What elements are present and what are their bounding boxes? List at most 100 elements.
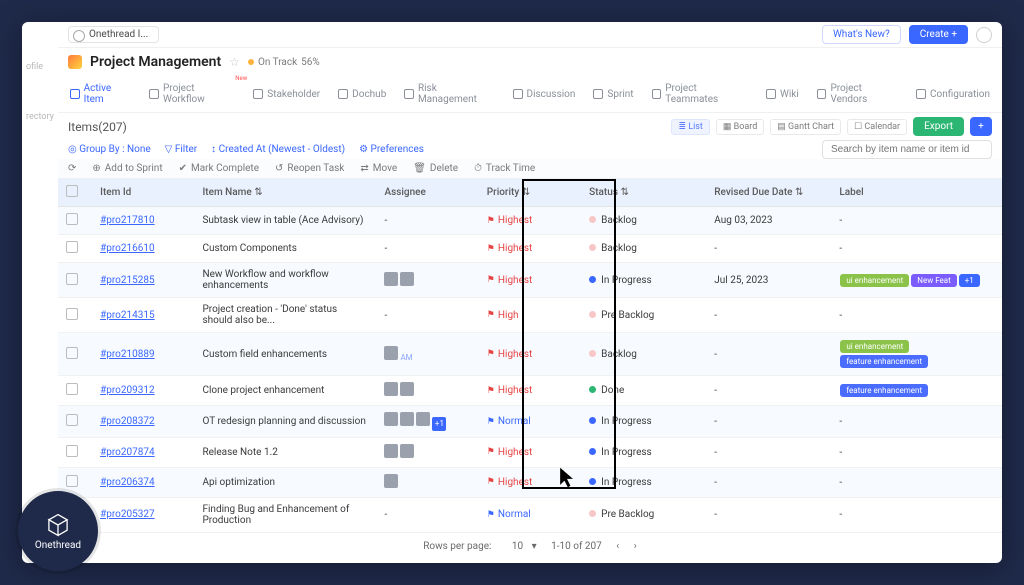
- table-row[interactable]: #pro210889Custom field enhancementsAM⚑Hi…: [58, 333, 1002, 376]
- table-row[interactable]: #pro208372OT redesign planning and discu…: [58, 406, 1002, 438]
- add-to-sprint[interactable]: ⊕ Add to Sprint: [92, 163, 162, 174]
- filter-button[interactable]: ▽ Filter: [165, 144, 198, 155]
- item-id-link[interactable]: #pro217810: [100, 215, 155, 226]
- table-row[interactable]: #pro209312Clone project enhancement⚑High…: [58, 376, 1002, 406]
- item-id-link[interactable]: #pro214315: [100, 310, 155, 321]
- assignee-cell[interactable]: -: [376, 235, 478, 263]
- item-id-link[interactable]: #pro209312: [100, 385, 155, 396]
- col-status[interactable]: Status ⇅: [581, 179, 706, 207]
- priority-cell[interactable]: ⚑Highest: [479, 207, 581, 235]
- next-page[interactable]: ›: [634, 541, 637, 552]
- assignee-cell[interactable]: -: [376, 298, 478, 333]
- assignee-cell[interactable]: -: [376, 207, 478, 235]
- assignee-cell[interactable]: -: [376, 497, 478, 532]
- row-checkbox[interactable]: [66, 308, 78, 320]
- table-row[interactable]: #pro217810Subtask view in table (Ace Adv…: [58, 207, 1002, 235]
- view-board[interactable]: ▦ Board: [716, 119, 764, 135]
- item-id-link[interactable]: #pro216610: [100, 243, 155, 254]
- row-checkbox[interactable]: [66, 475, 78, 487]
- search-input[interactable]: [822, 140, 992, 159]
- col-due[interactable]: Revised Due Date ⇅: [706, 179, 831, 207]
- label-chip[interactable]: feature enhancement: [840, 355, 928, 368]
- status-cell[interactable]: Backlog: [581, 207, 706, 235]
- row-checkbox[interactable]: [66, 213, 78, 225]
- preferences-button[interactable]: ⚙ Preferences: [359, 144, 424, 155]
- move-task[interactable]: ⇄ Move: [360, 163, 397, 174]
- tab-teammates[interactable]: Project Teammates: [650, 79, 750, 109]
- workspace-picker[interactable]: Onethread I...: [68, 26, 159, 43]
- status-cell[interactable]: In Progress: [581, 437, 706, 467]
- label-chip[interactable]: ui enhancement: [840, 274, 909, 287]
- priority-cell[interactable]: ⚑Highest: [479, 376, 581, 406]
- table-row[interactable]: #pro216610Custom Components-⚑HighestBack…: [58, 235, 1002, 263]
- row-checkbox[interactable]: [66, 383, 78, 395]
- tab-active-item[interactable]: Active Item: [68, 79, 133, 109]
- item-id-link[interactable]: #pro205327: [100, 509, 155, 520]
- add-item-button[interactable]: +: [970, 117, 992, 136]
- refresh-icon[interactable]: ⟳: [68, 163, 76, 174]
- row-checkbox[interactable]: [66, 241, 78, 253]
- tab-project-workflow[interactable]: Project WorkflowNew: [147, 79, 237, 109]
- col-item-id[interactable]: Item Id: [92, 179, 194, 207]
- table-row[interactable]: #pro206374Api optimization⚑HighestIn Pro…: [58, 467, 1002, 497]
- tab-vendors[interactable]: Project Vendors: [815, 79, 900, 109]
- row-checkbox[interactable]: [66, 347, 78, 359]
- group-by[interactable]: ◎ Group By : None: [68, 144, 151, 155]
- tab-stakeholder[interactable]: Stakeholder: [251, 85, 322, 104]
- rail-profile[interactable]: ofile: [22, 62, 58, 72]
- label-chip[interactable]: +1: [959, 274, 980, 287]
- assignee-cell[interactable]: AM: [376, 333, 478, 376]
- rail-directory[interactable]: rectory: [22, 112, 58, 122]
- sort-button[interactable]: ↕ Created At (Newest - Oldest): [211, 144, 345, 155]
- whats-new-button[interactable]: What's New?: [822, 25, 901, 44]
- status-cell[interactable]: In Progress: [581, 263, 706, 298]
- table-row[interactable]: #pro214315Project creation - 'Done' stat…: [58, 298, 1002, 333]
- tab-discussion[interactable]: Discussion: [511, 85, 578, 104]
- mark-complete[interactable]: ✔ Mark Complete: [179, 163, 259, 174]
- col-item-name[interactable]: Item Name ⇅: [194, 179, 376, 207]
- status-cell[interactable]: In Progress: [581, 467, 706, 497]
- item-id-link[interactable]: #pro215285: [100, 275, 155, 286]
- status-cell[interactable]: Done: [581, 376, 706, 406]
- status-cell[interactable]: In Progress: [581, 406, 706, 438]
- col-label[interactable]: Label: [831, 179, 1002, 207]
- row-checkbox[interactable]: [66, 273, 78, 285]
- item-id-link[interactable]: #pro207874: [100, 447, 155, 458]
- assignee-cell[interactable]: +1: [376, 406, 478, 438]
- assignee-cell[interactable]: [376, 467, 478, 497]
- project-status[interactable]: On Track 56%: [248, 57, 320, 68]
- assignee-cell[interactable]: [376, 437, 478, 467]
- tab-wiki[interactable]: Wiki: [764, 85, 801, 104]
- view-calendar[interactable]: ☐ Calendar: [847, 119, 907, 135]
- reopen-task[interactable]: ↺ Reopen Task: [275, 163, 344, 174]
- tab-configuration[interactable]: Configuration: [914, 85, 992, 104]
- tab-risk[interactable]: Risk Management: [402, 79, 496, 109]
- profile-avatar[interactable]: [976, 27, 992, 43]
- status-cell[interactable]: Pre Backlog: [581, 298, 706, 333]
- priority-cell[interactable]: ⚑Normal: [479, 406, 581, 438]
- item-id-link[interactable]: #pro210889: [100, 349, 155, 360]
- status-cell[interactable]: Backlog: [581, 235, 706, 263]
- prev-page[interactable]: ‹: [616, 541, 619, 552]
- col-priority[interactable]: Priority ⇅: [479, 179, 581, 207]
- priority-cell[interactable]: ⚑Highest: [479, 333, 581, 376]
- table-row[interactable]: #pro215285New Workflow and workflow enha…: [58, 263, 1002, 298]
- label-chip[interactable]: feature enhancement: [840, 384, 928, 397]
- priority-cell[interactable]: ⚑Normal: [479, 497, 581, 532]
- priority-cell[interactable]: ⚑Highest: [479, 437, 581, 467]
- status-cell[interactable]: Backlog: [581, 333, 706, 376]
- track-time[interactable]: ⏱ Track Time: [474, 163, 535, 174]
- label-chip[interactable]: New Feat: [911, 274, 957, 287]
- priority-cell[interactable]: ⚑High: [479, 298, 581, 333]
- item-id-link[interactable]: #pro206374: [100, 477, 155, 488]
- row-checkbox[interactable]: [66, 414, 78, 426]
- favorite-star-icon[interactable]: ☆: [229, 55, 240, 69]
- table-row[interactable]: #pro205327Finding Bug and Enhancement of…: [58, 497, 1002, 532]
- priority-cell[interactable]: ⚑Highest: [479, 263, 581, 298]
- tab-sprint[interactable]: Sprint: [591, 85, 635, 104]
- create-button[interactable]: Create +: [909, 25, 968, 44]
- table-row[interactable]: #pro207874Release Note 1.2⚑HighestIn Pro…: [58, 437, 1002, 467]
- export-button[interactable]: Export: [913, 117, 964, 136]
- tab-dochub[interactable]: Dochub: [336, 85, 388, 104]
- assignee-cell[interactable]: [376, 263, 478, 298]
